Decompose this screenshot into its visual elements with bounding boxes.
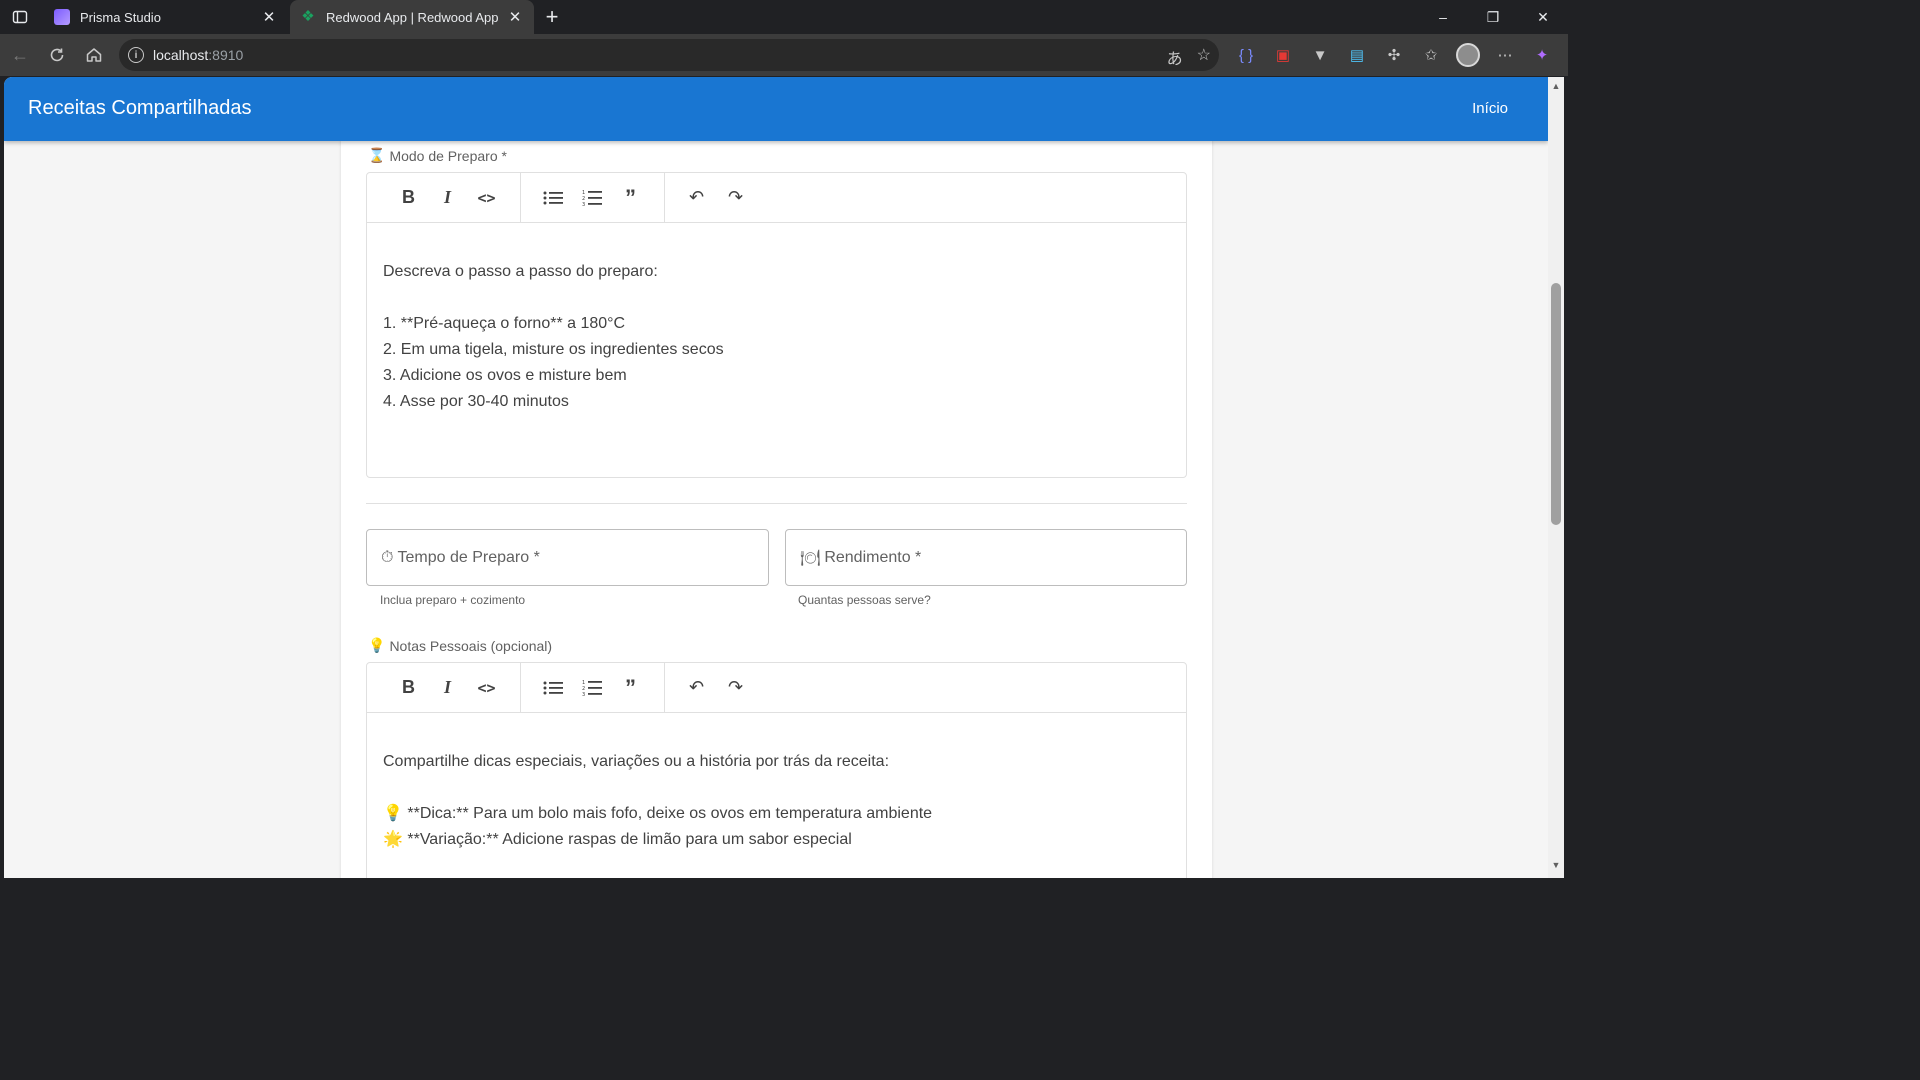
undo-button[interactable]: ↶ <box>677 182 716 214</box>
tab-prisma-studio[interactable]: Prisma Studio ✕ <box>44 0 288 34</box>
italic-button[interactable]: I <box>428 182 467 214</box>
notas-label-text: Notas Pessoais (opcional) <box>389 637 553 654</box>
timer-icon: ⏱ <box>381 548 394 566</box>
notas-label: 💡 Notas Pessoais (opcional) <box>368 637 552 654</box>
tempo-preparo-field[interactable]: ⏱ Tempo de Preparo * <box>366 529 769 586</box>
tab-title: Redwood App | Redwood App <box>326 9 499 25</box>
notas-editor-content[interactable]: Compartilhe dicas especiais, variações o… <box>367 713 1186 873</box>
plate-icon: 🍽 <box>800 549 821 567</box>
preparo-label-text: Modo de Preparo * <box>389 147 507 164</box>
svg-text:3: 3 <box>582 202 585 207</box>
tempo-helper-text: Inclua preparo + cozimento <box>380 593 526 607</box>
copilot-icon[interactable]: ✦ <box>1530 43 1554 67</box>
app-title[interactable]: Receitas Compartilhadas <box>28 97 251 120</box>
more-menu-icon[interactable]: ⋯ <box>1493 43 1517 67</box>
preparo-label: ⌛ Modo de Preparo * <box>368 147 507 164</box>
json-extension-icon[interactable]: { } <box>1234 43 1258 67</box>
url-host: localhost <box>153 47 209 63</box>
redo-button[interactable]: ↷ <box>716 182 755 214</box>
hourglass-icon: ⌛ <box>368 147 386 163</box>
lightbulb-icon: 💡 <box>368 637 386 653</box>
browser-toolbar: ← i localhost:8910 あ ☆ { } ▣ ▼ ▤ ✣ ✩ ⋯ ✦ <box>0 34 1568 76</box>
translate-icon[interactable]: あ <box>1167 45 1183 69</box>
page-scrollbar[interactable]: ▲ ▼ <box>1548 77 1564 878</box>
tempo-preparo-label: Tempo de Preparo * <box>397 548 540 566</box>
code-button[interactable]: <> <box>467 182 506 214</box>
red-extension-icon[interactable]: ▣ <box>1271 43 1295 67</box>
bold-button[interactable]: B <box>389 672 428 704</box>
tab-title: Prisma Studio <box>80 9 161 25</box>
profile-avatar[interactable] <box>1456 43 1480 67</box>
scroll-up-icon[interactable]: ▲ <box>1551 81 1561 91</box>
home-icon[interactable] <box>82 43 106 67</box>
reload-icon[interactable] <box>45 43 69 67</box>
back-icon[interactable]: ← <box>8 43 32 67</box>
tab-redwood-app[interactable]: ❖ Redwood App | Redwood App ✕ <box>290 0 534 34</box>
bold-button[interactable]: B <box>389 182 428 214</box>
editor-toolbar: B I <> 123 ” ↶ ↷ <box>367 172 1186 223</box>
preparo-editor: B I <> 123 ” ↶ ↷ Descreva o passo a pass… <box>366 172 1187 478</box>
close-window-button[interactable]: ✕ <box>1518 0 1568 34</box>
redwood-favicon-icon: ❖ <box>301 8 315 25</box>
scrollbar-thumb[interactable] <box>1551 283 1561 525</box>
undo-button[interactable]: ↶ <box>677 672 716 704</box>
site-info-icon[interactable]: i <box>128 47 144 63</box>
editor-line: Descreva o passo a passo do preparo: <box>383 263 658 280</box>
new-tab-button[interactable]: + <box>540 4 564 30</box>
url-port: :8910 <box>208 47 244 63</box>
editor-line: 💡 **Dica:** Para um bolo mais fofo, deix… <box>383 805 933 822</box>
nav-link-inicio[interactable]: Início <box>1472 100 1508 117</box>
extensions-bar: { } ▣ ▼ ▤ ✣ ✩ ⋯ ✦ <box>1234 43 1554 67</box>
notas-editor: B I <> 123 ” ↶ ↷ Compartilhe dicas espec… <box>366 662 1187 878</box>
editor-line: 1. **Pré-aqueça o forno** a 180°C <box>383 315 626 332</box>
tab-actions-icon[interactable] <box>8 6 32 28</box>
ordered-list-button[interactable]: 123 <box>572 672 611 704</box>
minimize-button[interactable]: – <box>1418 0 1468 34</box>
favorites-icon[interactable]: ✩ <box>1419 43 1443 67</box>
scroll-down-icon[interactable]: ▼ <box>1551 860 1561 870</box>
window-controls: – ❐ ✕ <box>1418 0 1568 34</box>
app-header: Receitas Compartilhadas Início <box>4 77 1548 141</box>
editor-line: 3. Adicione os ovos e misture bem <box>383 367 627 384</box>
section-divider <box>366 503 1187 504</box>
editor-line: 2. Em uma tigela, misture os ingrediente… <box>383 341 724 358</box>
quote-button[interactable]: ” <box>611 182 650 214</box>
recipe-form-card: ⌛ Modo de Preparo * B I <> 123 ” ↶ ↷ Des… <box>341 77 1212 878</box>
extensions-puzzle-icon[interactable]: ✣ <box>1382 43 1406 67</box>
favorite-star-icon[interactable]: ☆ <box>1197 45 1211 69</box>
browser-tabstrip: Prisma Studio ✕ ❖ Redwood App | Redwood … <box>0 0 1568 34</box>
rendimento-label: Rendimento * <box>824 548 922 566</box>
page-viewport: Receitas Compartilhadas Início ⌛ Modo de… <box>4 77 1548 878</box>
restore-button[interactable]: ❐ <box>1468 0 1518 34</box>
italic-button[interactable]: I <box>428 672 467 704</box>
rendimento-field[interactable]: 🍽 Rendimento * <box>785 529 1187 586</box>
rendimento-helper-text: Quantas pessoas serve? <box>798 593 931 607</box>
code-button[interactable]: <> <box>467 672 506 704</box>
bullet-list-button[interactable] <box>533 672 572 704</box>
preparo-editor-content[interactable]: Descreva o passo a passo do preparo: 1. … <box>367 223 1186 435</box>
address-bar[interactable]: i localhost:8910 あ ☆ <box>119 39 1219 71</box>
editor-toolbar: B I <> 123 ” ↶ ↷ <box>367 662 1186 713</box>
svg-text:3: 3 <box>582 692 585 697</box>
redo-button[interactable]: ↷ <box>716 672 755 704</box>
close-icon[interactable]: ✕ <box>506 8 524 26</box>
close-icon[interactable]: ✕ <box>260 8 278 26</box>
editor-line: 🌟 **Variação:** Adicione raspas de limão… <box>383 831 852 848</box>
vue-extension-icon[interactable]: ▼ <box>1308 43 1332 67</box>
ordered-list-button[interactable]: 123 <box>572 182 611 214</box>
prisma-favicon-icon <box>54 9 70 25</box>
quote-button[interactable]: ” <box>611 672 650 704</box>
editor-line: 4. Asse por 30-40 minutos <box>383 393 569 410</box>
editor-line: Compartilhe dicas especiais, variações o… <box>383 753 890 770</box>
bullet-list-button[interactable] <box>533 182 572 214</box>
save-extension-icon[interactable]: ▤ <box>1345 43 1369 67</box>
